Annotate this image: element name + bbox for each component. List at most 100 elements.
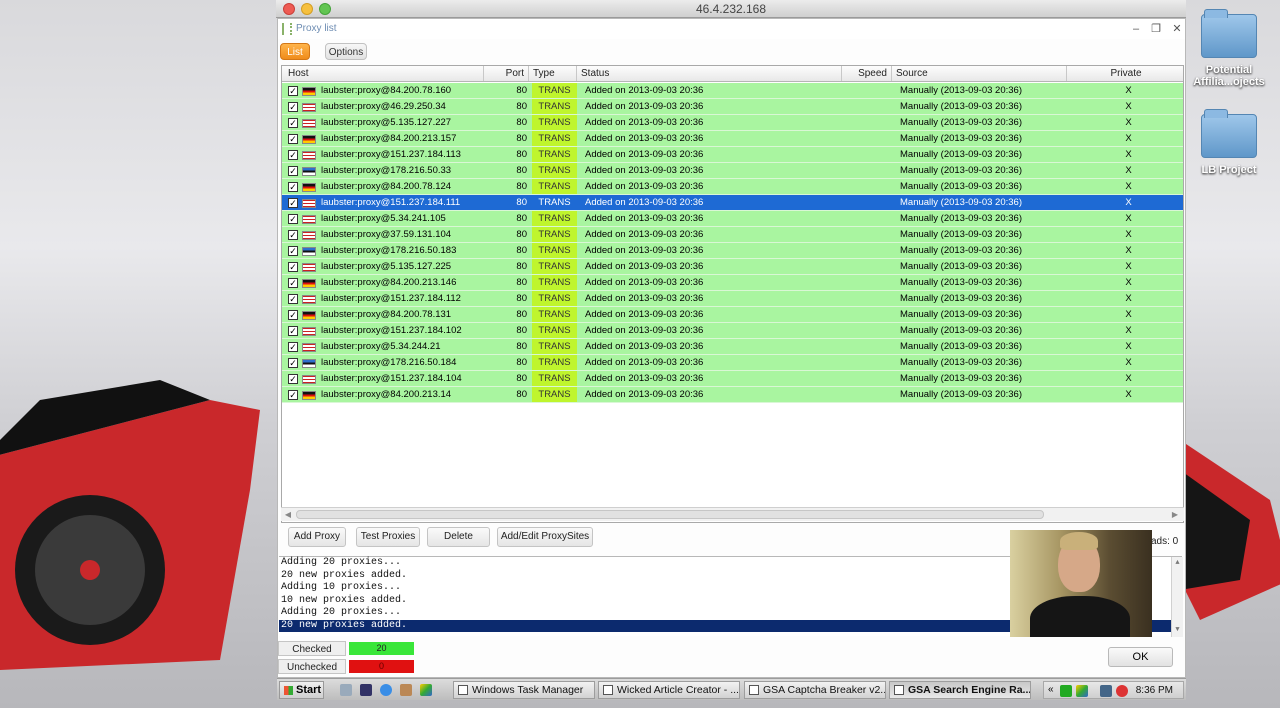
row-checkbox[interactable]: ✓: [288, 198, 298, 208]
row-checkbox[interactable]: ✓: [288, 134, 298, 144]
webcam-overlay: [1010, 530, 1152, 637]
car-image-right: [1180, 440, 1280, 620]
row-checkbox[interactable]: ✓: [288, 166, 298, 176]
add-proxy-button[interactable]: Add Proxy: [288, 527, 346, 547]
table-row[interactable]: ✓ laubster:proxy@84.200.213.146 80 TRANS Add…: [282, 275, 1183, 291]
add-edit-proxysites-button[interactable]: Add/Edit ProxySites: [497, 527, 593, 547]
column-header-type[interactable]: Type: [529, 66, 577, 81]
ok-button[interactable]: OK: [1108, 647, 1173, 667]
tray-volume-icon[interactable]: [1116, 685, 1128, 697]
row-checkbox[interactable]: ✓: [288, 294, 298, 304]
row-checkbox[interactable]: ✓: [288, 102, 298, 112]
column-header-source[interactable]: Source: [892, 66, 1067, 81]
tray-network-icon[interactable]: [1100, 685, 1112, 697]
row-checkbox[interactable]: ✓: [288, 342, 298, 352]
log-vertical-scrollbar[interactable]: ▲ ▼: [1171, 557, 1183, 637]
cell-status: Added on 2013-09-03 20:36: [585, 389, 704, 400]
row-checkbox[interactable]: ✓: [288, 182, 298, 192]
row-checkbox[interactable]: ✓: [288, 374, 298, 384]
table-row[interactable]: ✓ laubster:proxy@151.237.184.104 80 TRANS Ad…: [282, 371, 1183, 387]
cell-private: X: [1125, 181, 1132, 192]
quicklaunch-explorer-icon[interactable]: [340, 684, 352, 696]
row-checkbox[interactable]: ✓: [288, 262, 298, 272]
cell-port: 80: [516, 85, 527, 96]
taskbar-item-task-manager[interactable]: Windows Task Manager: [453, 681, 595, 699]
cell-private: X: [1125, 357, 1132, 368]
quicklaunch-drive-icon[interactable]: [420, 684, 432, 696]
start-button[interactable]: Start: [279, 681, 324, 699]
table-row[interactable]: ✓ laubster:proxy@84.200.78.124 80 TRANS Adde…: [282, 179, 1183, 195]
row-checkbox[interactable]: ✓: [288, 390, 298, 400]
scroll-right-icon[interactable]: ▶: [1169, 509, 1181, 520]
table-row[interactable]: ✓ laubster:proxy@5.34.241.105 80 TRANS Added…: [282, 211, 1183, 227]
scrollbar-thumb[interactable]: [296, 510, 1044, 519]
cell-status: Added on 2013-09-03 20:36: [585, 357, 704, 368]
table-row[interactable]: ✓ laubster:proxy@84.200.213.157 80 TRANS Add…: [282, 131, 1183, 147]
quicklaunch-app-icon[interactable]: [400, 684, 412, 696]
tray-drive-icon[interactable]: [1076, 685, 1088, 697]
close-window-button[interactable]: [283, 3, 295, 15]
row-checkbox[interactable]: ✓: [288, 358, 298, 368]
table-row[interactable]: ✓ laubster:proxy@46.29.250.34 80 TRANS Added…: [282, 99, 1183, 115]
table-row[interactable]: ✓ laubster:proxy@151.237.184.111 80 TRANS Ad…: [282, 195, 1183, 211]
close-icon[interactable]: ✕: [1169, 22, 1185, 36]
table-row[interactable]: ✓ laubster:proxy@178.216.50.183 80 TRANS Add…: [282, 243, 1183, 259]
table-row[interactable]: ✓ laubster:proxy@84.200.78.131 80 TRANS Adde…: [282, 307, 1183, 323]
row-checkbox[interactable]: ✓: [288, 150, 298, 160]
table-row[interactable]: ✓ laubster:proxy@37.59.131.104 80 TRANS Adde…: [282, 227, 1183, 243]
scroll-up-icon[interactable]: ▲: [1172, 558, 1183, 568]
table-row[interactable]: ✓ laubster:proxy@151.237.184.112 80 TRANS Ad…: [282, 291, 1183, 307]
table-row[interactable]: ✓ laubster:proxy@151.237.184.102 80 TRANS Ad…: [282, 323, 1183, 339]
test-proxies-button[interactable]: Test Proxies: [356, 527, 420, 547]
row-checkbox[interactable]: ✓: [288, 278, 298, 288]
app-title: Proxy list: [296, 23, 337, 34]
table-row[interactable]: ✓ laubster:proxy@151.237.184.113 80 TRANS Ad…: [282, 147, 1183, 163]
horizontal-scrollbar[interactable]: ◀ ▶: [281, 507, 1184, 521]
column-header-private[interactable]: Private: [1067, 66, 1183, 81]
taskbar-item-wicked-article-creator[interactable]: Wicked Article Creator - ...: [598, 681, 740, 699]
table-row[interactable]: ✓ laubster:proxy@5.34.244.21 80 TRANS Added …: [282, 339, 1183, 355]
cell-source: Manually (2013-09-03 20:36): [900, 293, 1022, 304]
restore-icon[interactable]: ❐: [1148, 22, 1164, 36]
scroll-down-icon[interactable]: ▼: [1172, 625, 1183, 635]
row-checkbox[interactable]: ✓: [288, 118, 298, 128]
checked-count: 20: [349, 642, 414, 655]
cell-source: Manually (2013-09-03 20:36): [900, 85, 1022, 96]
country-flag-icon: [302, 119, 316, 128]
scroll-left-icon[interactable]: ◀: [282, 509, 294, 520]
maximize-window-button[interactable]: [319, 3, 331, 15]
row-checkbox[interactable]: ✓: [288, 86, 298, 96]
table-row[interactable]: ✓ laubster:proxy@84.200.78.160 80 TRANS Adde…: [282, 83, 1183, 99]
delete-button[interactable]: Delete: [427, 527, 490, 547]
cell-private: X: [1125, 389, 1132, 400]
tray-app-icon[interactable]: [1060, 685, 1072, 697]
tray-expand-icon[interactable]: «: [1048, 684, 1054, 695]
minimize-icon[interactable]: –: [1128, 22, 1144, 36]
table-row[interactable]: ✓ laubster:proxy@5.135.127.227 80 TRANS Adde…: [282, 115, 1183, 131]
taskbar-item-gsa-captcha-breaker[interactable]: GSA Captcha Breaker v2....: [744, 681, 886, 699]
desktop-folder-potential-affiliate[interactable]: Potential Affilia...ojects: [1184, 9, 1274, 88]
table-row[interactable]: ✓ laubster:proxy@5.135.127.225 80 TRANS Adde…: [282, 259, 1183, 275]
column-header-status[interactable]: Status: [577, 66, 842, 81]
taskbar-item-gsa-search-engine-ranker[interactable]: GSA Search Engine Ra...: [889, 681, 1031, 699]
desktop-folder-lb-project[interactable]: LB Project: [1184, 109, 1274, 176]
minimize-window-button[interactable]: [301, 3, 313, 15]
quicklaunch-desktop-icon[interactable]: [360, 684, 372, 696]
table-row[interactable]: ✓ laubster:proxy@178.216.50.184 80 TRANS Add…: [282, 355, 1183, 371]
cell-type: TRANS: [532, 387, 577, 402]
quicklaunch-ie-icon[interactable]: [380, 684, 392, 696]
column-header-port[interactable]: Port: [484, 66, 529, 81]
column-header-speed[interactable]: Speed: [842, 66, 892, 81]
cell-port: 80: [516, 165, 527, 176]
row-checkbox[interactable]: ✓: [288, 310, 298, 320]
table-row[interactable]: ✓ laubster:proxy@178.216.50.33 80 TRANS Adde…: [282, 163, 1183, 179]
row-checkbox[interactable]: ✓: [288, 246, 298, 256]
column-header-host[interactable]: Host: [282, 66, 484, 81]
tab-list[interactable]: List: [280, 43, 310, 60]
row-checkbox[interactable]: ✓: [288, 214, 298, 224]
cell-private: X: [1125, 245, 1132, 256]
row-checkbox[interactable]: ✓: [288, 326, 298, 336]
table-row[interactable]: ✓ laubster:proxy@84.200.213.14 80 TRANS Adde…: [282, 387, 1183, 403]
tab-options[interactable]: Options: [325, 43, 367, 60]
row-checkbox[interactable]: ✓: [288, 230, 298, 240]
